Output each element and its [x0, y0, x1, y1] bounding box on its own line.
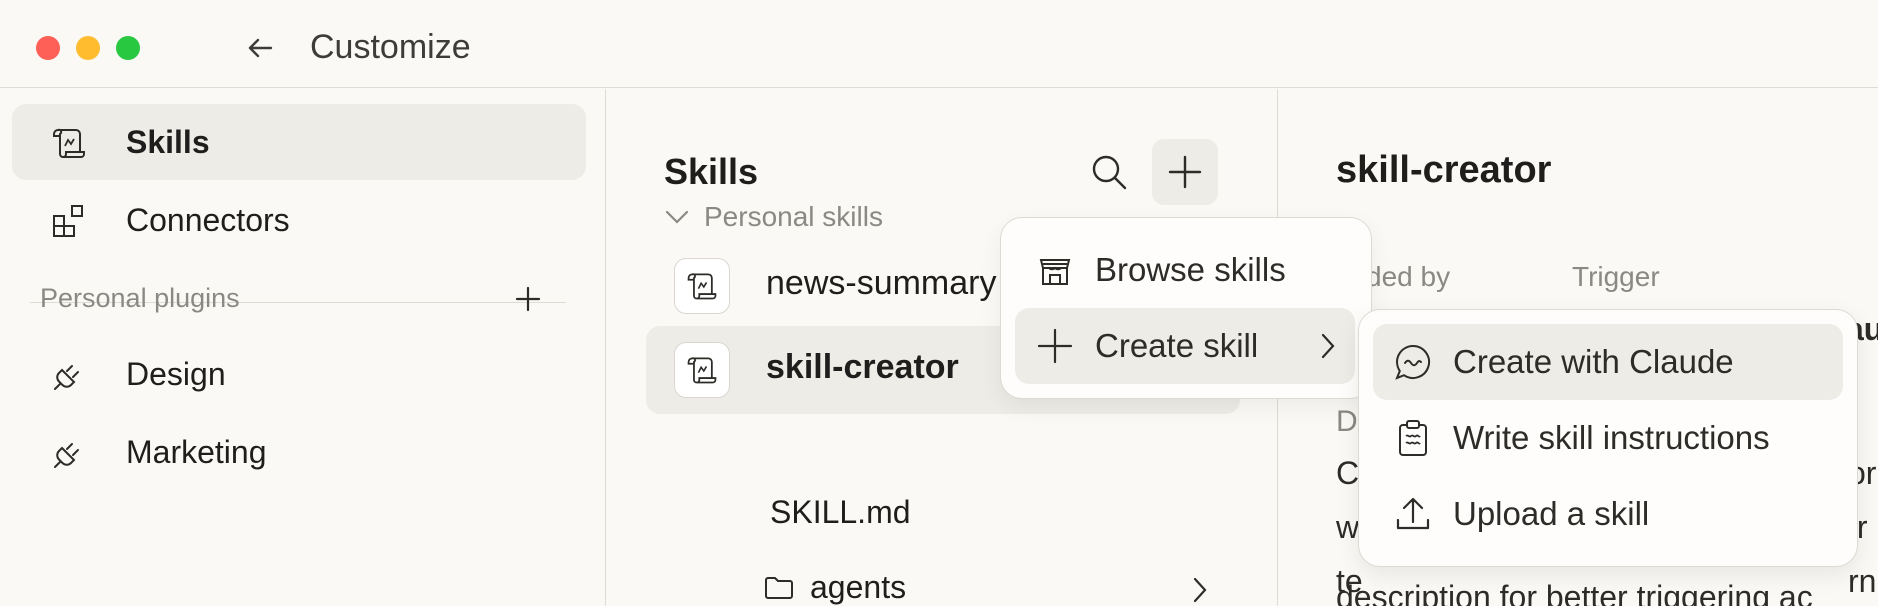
menu-item-create-with-claude[interactable]: Create with Claude [1373, 324, 1843, 400]
plug-icon [54, 365, 79, 390]
chevron-right-icon[interactable] [1186, 576, 1214, 604]
trigger-label: Trigger [1572, 261, 1660, 292]
group-label: Personal skills [704, 201, 883, 232]
skills-panel-title: Skills [664, 151, 759, 192]
file-name: SKILL.md [770, 494, 911, 530]
sidebar-item-label: Connectors [126, 201, 290, 238]
maximize-window-button[interactable] [116, 36, 140, 60]
personal-skills-group[interactable]: Personal skills [664, 201, 883, 233]
plus-icon [1168, 155, 1202, 189]
detail-title: skill-creator [1336, 149, 1552, 191]
menu-item-upload-skill[interactable]: Upload a skill [1373, 476, 1843, 552]
close-window-button[interactable] [36, 36, 60, 60]
folder-name: agents [810, 569, 907, 605]
search-button[interactable] [1076, 139, 1142, 205]
personal-plugins-label: Personal plugins [40, 283, 240, 313]
description-line: description for better triggering ac [1336, 579, 1813, 606]
chevron-right-icon [1321, 333, 1335, 359]
add-skill-menu: Browse skills Create skill [1000, 217, 1372, 399]
plug-icon [54, 443, 79, 468]
arrow-left-icon [248, 38, 273, 58]
menu-item-label: Write skill instructions [1453, 419, 1770, 456]
chevron-down-icon [665, 210, 689, 224]
menu-item-label: Create skill [1095, 327, 1259, 364]
sidebar-item-skills[interactable]: Skills [12, 104, 586, 180]
scroll-icon [53, 128, 85, 158]
description-label: D [1336, 405, 1358, 438]
add-skill-button[interactable] [1152, 139, 1218, 205]
description-fragment: rn [1848, 563, 1877, 599]
skill-name: skill-creator [766, 348, 959, 386]
title-bar: Customize [0, 0, 1878, 88]
added-by-label: ded by [1366, 261, 1451, 292]
sidebar-item-marketing[interactable]: Marketing [12, 414, 586, 490]
menu-item-label: Upload a skill [1453, 495, 1650, 532]
window-title: Customize [310, 28, 471, 66]
sidebar: Skills Connectors Personal plugins Desig… [0, 89, 606, 606]
sidebar-item-design[interactable]: Design [12, 336, 586, 412]
chat-bubble-icon [1395, 344, 1430, 380]
menu-item-create-skill[interactable]: Create skill [1015, 308, 1355, 384]
create-skill-submenu: Create with Claude Write skill instructi… [1358, 309, 1858, 567]
store-icon [1039, 259, 1071, 285]
search-icon [1092, 155, 1127, 190]
sidebar-item-label: Design [126, 355, 226, 392]
minimize-window-button[interactable] [76, 36, 100, 60]
scroll-icon [687, 273, 717, 300]
plus-icon [1037, 328, 1073, 364]
sidebar-item-label: Marketing [126, 433, 267, 470]
menu-item-write-skill-instructions[interactable]: Write skill instructions [1373, 400, 1843, 476]
skill-tile [674, 258, 730, 314]
clipboard-icon [1399, 420, 1427, 456]
file-row-skill-md[interactable]: SKILL.md [770, 494, 911, 531]
folder-icon [765, 576, 793, 599]
blocks-icon [53, 205, 83, 237]
upload-icon [1396, 497, 1430, 530]
menu-item-browse-skills[interactable]: Browse skills [1015, 232, 1355, 308]
scroll-icon [687, 357, 717, 384]
back-button[interactable] [240, 28, 280, 68]
menu-item-label: Browse skills [1095, 251, 1286, 288]
description-line: C [1336, 455, 1360, 491]
add-plugin-button[interactable] [514, 285, 542, 313]
menu-item-label: Create with Claude [1453, 343, 1734, 380]
sidebar-item-label: Skills [126, 123, 210, 160]
skill-name: news-summary [766, 264, 997, 302]
skill-tile [674, 342, 730, 398]
sidebar-item-connectors[interactable]: Connectors [12, 182, 586, 258]
folder-row-agents[interactable]: agents [764, 569, 906, 606]
description-line: w [1336, 509, 1360, 545]
